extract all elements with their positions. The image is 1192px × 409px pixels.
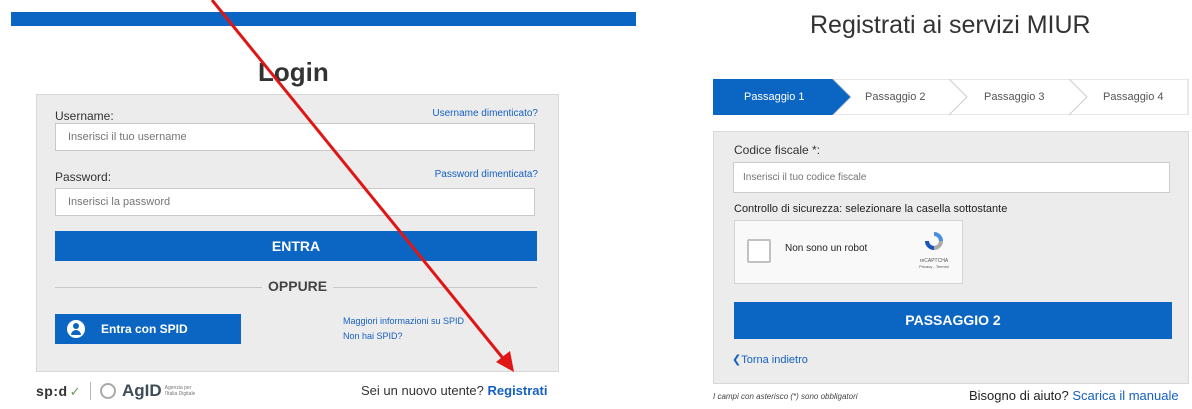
spid-button-label: Entra con SPID <box>101 322 188 336</box>
footer-logos: sp:d ✓ AgID Agenzia per l'Italia Digitale <box>36 381 199 401</box>
registration-form: Codice fiscale *: Controllo di sicurezza… <box>713 131 1189 384</box>
user-icon <box>67 320 85 338</box>
login-button[interactable]: ENTRA <box>55 231 537 261</box>
spid-login-button[interactable]: Entra con SPID <box>55 314 241 344</box>
step-indicator: Passaggio 1 Passaggio 2 Passaggio 3 Pass… <box>713 79 1189 115</box>
chevron-left-icon: ❮ <box>732 354 742 366</box>
password-input[interactable] <box>55 188 535 216</box>
agid-logo: AgID <box>121 381 162 400</box>
required-fields-note: I campi con asterisco (*) sono obbligato… <box>713 392 858 401</box>
username-label: Username: <box>55 109 114 123</box>
agid-subtitle: Agenzia per l'Italia Digitale <box>164 385 196 397</box>
recaptcha-terms[interactable]: Privacy - Termini <box>909 264 959 269</box>
agid-emblem-icon <box>99 383 116 399</box>
fiscal-code-input[interactable] <box>733 162 1170 193</box>
spid-links: Maggiori informazioni su SPID Non hai SP… <box>343 314 464 344</box>
recaptcha-label: Non sono un robot <box>785 243 868 254</box>
recaptcha-logo: reCAPTCHA Privacy - Termini <box>909 229 959 269</box>
password-forgot-link[interactable]: Password dimenticata? <box>435 169 538 180</box>
login-title: Login <box>258 57 329 87</box>
or-label: OPPURE <box>262 278 334 294</box>
register-title: Registrati ai servizi MIUR <box>810 11 1091 39</box>
recaptcha-widget: Non sono un robot reCAPTCHA Privacy - Te… <box>734 220 963 284</box>
step-1: Passaggio 1 <box>744 91 805 103</box>
register-link[interactable]: Registrati <box>488 383 548 398</box>
fiscal-code-label: Codice fiscale *: <box>734 143 821 157</box>
spid-logo: sp:d ✓ <box>36 382 81 399</box>
new-user-prompt: Sei un nuovo utente? Registrati <box>361 383 548 398</box>
check-icon: ✓ <box>69 383 81 399</box>
step-2: Passaggio 2 <box>865 91 926 103</box>
security-check-label: Controllo di sicurezza: selezionare la c… <box>734 203 1008 215</box>
next-step-button[interactable]: PASSAGGIO 2 <box>734 302 1172 339</box>
top-header-bar <box>11 12 636 26</box>
username-forgot-link[interactable]: Username dimenticato? <box>432 108 538 119</box>
recaptcha-icon <box>925 232 943 250</box>
back-link[interactable]: ❮Torna indietro <box>732 353 808 366</box>
no-spid-link[interactable]: Non hai SPID? <box>343 329 464 344</box>
step-3: Passaggio 3 <box>984 91 1045 103</box>
logo-separator <box>89 382 91 400</box>
recaptcha-checkbox[interactable] <box>747 239 771 263</box>
download-manual-link[interactable]: Scarica il manuale <box>1072 388 1178 403</box>
spid-info-link[interactable]: Maggiori informazioni su SPID <box>343 314 464 329</box>
help-prompt: Bisogno di aiuto? Scarica il manuale <box>969 388 1179 403</box>
password-label: Password: <box>55 170 112 184</box>
step-4: Passaggio 4 <box>1103 91 1164 103</box>
login-form: Username: Username dimenticato? Password… <box>36 94 559 372</box>
username-input[interactable] <box>55 123 535 151</box>
